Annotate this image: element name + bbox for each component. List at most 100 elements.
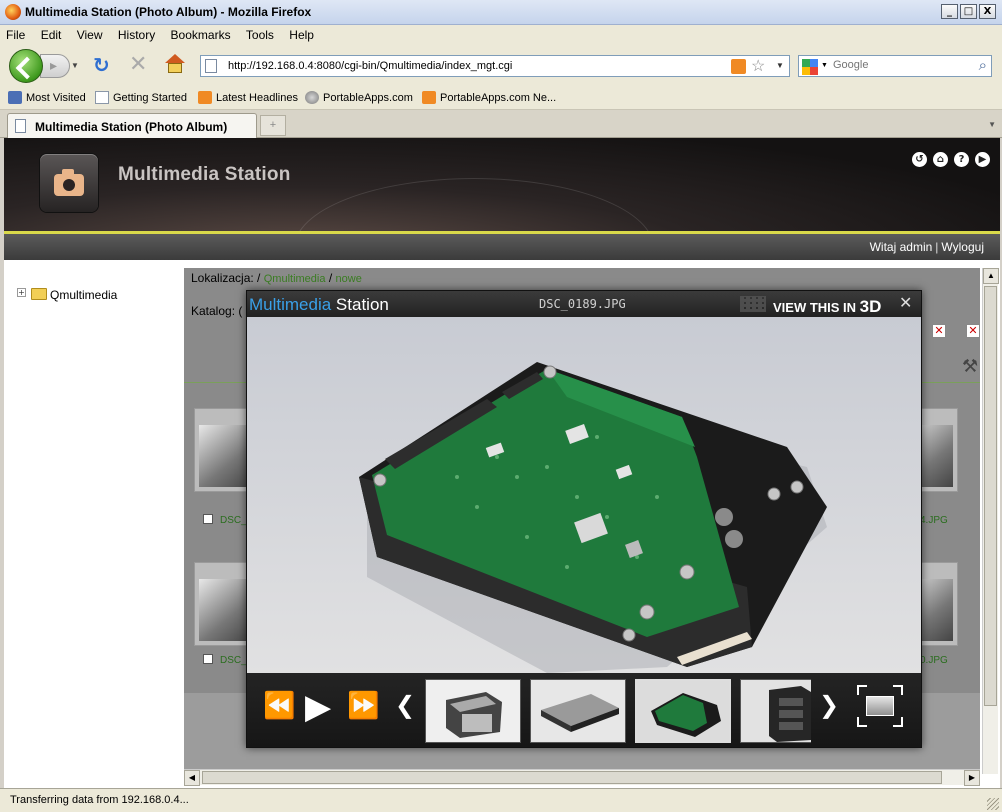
crumb-separator: /	[257, 271, 261, 285]
viewer-controls: ⏪ ▶ ⏩ ❮ ❯	[247, 673, 921, 747]
search-input[interactable]	[833, 59, 963, 71]
bookmark-most-visited[interactable]: Most Visited	[8, 91, 86, 104]
tools-icon[interactable]: ⚒	[962, 356, 978, 377]
bookmark-star-icon[interactable]: ☆	[751, 56, 765, 76]
tab-list-dropdown-icon[interactable]: ▼	[988, 120, 996, 129]
stop-icon[interactable]: ✕	[129, 54, 147, 76]
viewer-header: Multimedia Station DSC_0189.JPG VIEW THI…	[247, 291, 921, 317]
reload-icon[interactable]: ↻	[93, 55, 110, 75]
tab-bar: Multimedia Station (Photo Album) + ▼	[0, 110, 1002, 138]
bookmark-portableapps[interactable]: PortableApps.com	[305, 91, 413, 104]
url-bar[interactable]: http://192.168.0.4:8080/cgi-bin/Qmultime…	[200, 55, 790, 77]
bookmark-label: PortableApps.com	[323, 91, 413, 104]
menu-help[interactable]: Help	[283, 25, 320, 42]
bookmark-label: Most Visited	[26, 91, 86, 104]
bookmark-getting-started[interactable]: Getting Started	[95, 91, 187, 104]
scroll-up-icon[interactable]: ▲	[983, 268, 999, 284]
navigation-toolbar: ▼ ↻ ✕ http://192.168.0.4:8080/cgi-bin/Qm…	[0, 45, 1002, 85]
back-icon[interactable]: ↺	[912, 152, 927, 167]
nas-box-image	[741, 680, 811, 742]
menu-bookmarks[interactable]: Bookmarks	[165, 25, 237, 42]
menu-file[interactable]: File	[0, 25, 31, 42]
filmstrip-thumbnail-selected[interactable]	[635, 679, 731, 743]
url-dropdown-icon[interactable]: ▼	[776, 61, 784, 70]
vertical-scrollbar[interactable]: ▲	[982, 268, 999, 774]
menu-history[interactable]: History	[112, 25, 161, 42]
back-button[interactable]	[9, 49, 43, 83]
drive-pcb-image	[637, 681, 729, 741]
expand-icon[interactable]: +	[17, 288, 26, 297]
engine-dropdown-icon[interactable]: ▼	[821, 62, 828, 69]
delete-icon[interactable]: ✕	[932, 324, 946, 338]
corner	[893, 685, 903, 695]
photo-checkbox[interactable]	[203, 514, 213, 524]
viewer-close-button[interactable]: ✕	[899, 294, 912, 312]
tab-multimedia-station[interactable]: Multimedia Station (Photo Album)	[7, 113, 257, 138]
url-text[interactable]: http://192.168.0.4:8080/cgi-bin/Qmultime…	[228, 60, 512, 72]
bookmark-label: Getting Started	[113, 91, 187, 104]
search-bar[interactable]: ▼ ⌕	[798, 55, 992, 77]
photo-caption[interactable]: DSC_	[220, 655, 247, 666]
hard-drive-photo	[247, 317, 921, 673]
bookmark-latest-headlines[interactable]: Latest Headlines	[198, 91, 298, 104]
filmstrip-thumbnail[interactable]	[740, 679, 811, 743]
menu-tools[interactable]: Tools	[240, 25, 280, 42]
status-bar: Transferring data from 192.168.0.4...	[0, 788, 1002, 812]
tab-label: Multimedia Station (Photo Album)	[35, 120, 228, 134]
logout-link[interactable]: Wyloguj	[941, 240, 984, 254]
maximize-button[interactable]: □	[960, 4, 977, 19]
horizontal-scrollbar[interactable]: ◀ ▶	[184, 769, 980, 786]
view-3d-button[interactable]: VIEW THIS IN 3D	[740, 291, 892, 317]
search-icon[interactable]: ⌕	[979, 57, 987, 74]
portableapps-icon	[305, 91, 319, 104]
resize-grip-icon[interactable]	[987, 798, 999, 810]
next-icon[interactable]: ▶	[975, 152, 990, 167]
photo-checkbox[interactable]	[203, 654, 213, 664]
bookmark-portableapps-news[interactable]: PortableApps.com Ne...	[422, 91, 556, 104]
scroll-right-icon[interactable]: ▶	[964, 770, 980, 786]
window-controls: _ □ X	[941, 4, 996, 19]
google-engine-icon[interactable]	[802, 59, 818, 75]
minimize-button[interactable]: _	[941, 4, 958, 19]
drive-top-image	[531, 680, 625, 742]
viewer-filename: DSC_0189.JPG	[539, 297, 626, 311]
home-icon[interactable]: ⌂	[933, 152, 948, 167]
history-dropdown-icon[interactable]: ▼	[71, 61, 79, 70]
scroll-thumb[interactable]	[202, 771, 942, 784]
filmstrip-thumbnail[interactable]	[425, 679, 521, 743]
forward-button[interactable]	[40, 54, 70, 78]
breadcrumb: Lokalizacja: / Qmultimedia / nowe	[191, 271, 362, 285]
help-icon[interactable]: ?	[954, 152, 969, 167]
close-window-button[interactable]: X	[979, 4, 996, 19]
photo-caption[interactable]: DSC_	[220, 515, 247, 526]
crumb-qmultimedia[interactable]: Qmultimedia	[264, 273, 326, 285]
rss-feed-icon	[422, 91, 436, 104]
previous-thumb-button[interactable]: ❮	[395, 691, 415, 719]
new-tab-button[interactable]: +	[260, 115, 286, 136]
filmstrip-thumbnail[interactable]	[530, 679, 626, 743]
bookmark-label: Latest Headlines	[216, 91, 298, 104]
home-icon[interactable]	[164, 54, 186, 74]
delete-all-icon[interactable]: ✕	[966, 324, 980, 338]
scroll-thumb[interactable]	[984, 286, 997, 706]
brand-rest: Station	[331, 295, 389, 314]
menu-edit[interactable]: Edit	[35, 25, 68, 42]
photo-caption[interactable]: 0.JPG	[920, 655, 948, 666]
nas-bracket-image	[426, 680, 520, 742]
page-icon	[205, 59, 217, 73]
scroll-left-icon[interactable]: ◀	[184, 770, 200, 786]
fullscreen-button[interactable]	[857, 685, 903, 727]
photo-caption[interactable]: 4.JPG	[920, 515, 948, 526]
view3d-big: 3D	[859, 297, 882, 316]
fast-forward-button[interactable]: ⏩	[347, 691, 379, 721]
menu-view[interactable]: View	[71, 25, 109, 42]
rewind-button[interactable]: ⏪	[263, 691, 295, 721]
rss-feed-icon[interactable]	[731, 59, 746, 74]
viewer-photo	[247, 317, 921, 673]
play-button[interactable]: ▶	[305, 687, 331, 727]
next-thumb-button[interactable]: ❯	[819, 691, 839, 719]
folder-icon	[31, 288, 47, 300]
corner	[857, 685, 867, 695]
tree-item-qmultimedia[interactable]: Qmultimedia	[50, 288, 117, 302]
crumb-nowe[interactable]: nowe	[336, 273, 362, 285]
